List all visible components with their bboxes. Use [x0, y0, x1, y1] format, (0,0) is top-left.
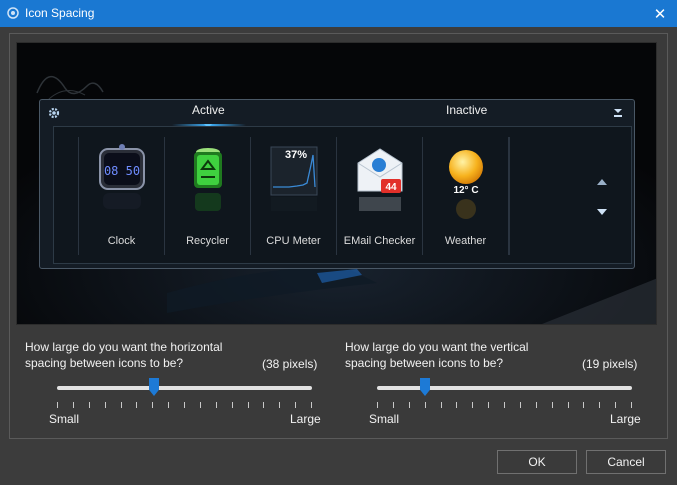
slider-tick — [263, 402, 264, 408]
slider-tick — [488, 402, 489, 408]
gadget-email-checker[interactable]: 44 EMail Checker — [336, 137, 422, 255]
scroll-up-icon[interactable] — [597, 179, 607, 185]
slider-tick — [425, 402, 426, 408]
slider-thumb[interactable] — [420, 378, 430, 396]
slider-thumb[interactable] — [149, 378, 159, 396]
window-title: Icon Spacing — [25, 6, 95, 20]
vertical-question-line1: How large do you want the vertical — [345, 340, 529, 354]
title-bar: Icon Spacing ✕ — [0, 0, 677, 27]
gadget-weather[interactable]: 12° C Weather — [422, 137, 508, 255]
slider-tick — [311, 402, 312, 408]
vertical-question: How large do you want the vertical spaci… — [345, 339, 528, 371]
slider-tick — [409, 402, 410, 408]
slider-tick — [200, 402, 201, 408]
scroll-down-icon[interactable] — [597, 209, 607, 215]
gadget-label-email-checker: EMail Checker — [343, 235, 416, 247]
clock-time: 08 50 — [104, 164, 140, 178]
slider-tick — [456, 402, 457, 408]
slider-tick — [184, 402, 185, 408]
vertical-value: (19 pixels) — [582, 357, 638, 371]
horizontal-question: How large do you want the horizontal spa… — [25, 339, 222, 371]
gadget-cpu-meter[interactable]: 37% CPU Meter — [250, 137, 336, 255]
horizontal-question-line1: How large do you want the horizontal — [25, 340, 223, 354]
dock-bar: Active Inactive 08 50 Clock Recycler 37%… — [39, 99, 635, 269]
slider-tick — [393, 402, 394, 408]
dock-preview: Active Inactive 08 50 Clock Recycler 37%… — [16, 42, 657, 325]
slider-ticks — [57, 402, 312, 408]
slider-tick — [168, 402, 169, 408]
horizontal-question-line2: spacing between icons to be? — [25, 356, 184, 370]
gadget-area: 08 50 Clock Recycler 37% CPU Meter 44 EM… — [53, 126, 632, 264]
weather-temp: 12° C — [453, 185, 478, 196]
app-icon — [7, 7, 19, 19]
slider-tick — [232, 402, 233, 408]
gadget-label-recycler: Recycler — [186, 235, 229, 247]
slider-tick — [536, 402, 537, 408]
vertical-max-label: Large — [610, 412, 641, 426]
slider-tick — [615, 402, 616, 408]
slider-tick — [568, 402, 569, 408]
slider-tick — [152, 402, 153, 408]
slider-tick — [552, 402, 553, 408]
collapse-icon[interactable] — [613, 108, 623, 118]
slider-tick — [279, 402, 280, 408]
slider-tick — [520, 402, 521, 408]
slider-tick — [472, 402, 473, 408]
horizontal-value: (38 pixels) — [262, 357, 318, 371]
slider-tick — [89, 402, 90, 408]
slider-tick — [295, 402, 296, 408]
vertical-question-line2: spacing between icons to be? — [345, 356, 504, 370]
dock-header: Active Inactive — [40, 100, 634, 128]
vertical-min-label: Small — [369, 412, 400, 426]
weather-sun-icon: 12° C — [449, 150, 483, 219]
cancel-button[interactable]: Cancel — [586, 450, 666, 474]
slider-tick — [248, 402, 249, 408]
gadget-label-weather: Weather — [444, 235, 487, 247]
email-count: 44 — [385, 182, 397, 193]
slider-tick — [377, 402, 378, 408]
ok-button[interactable]: OK — [497, 450, 577, 474]
slider-tick — [136, 402, 137, 408]
slider-tick — [583, 402, 584, 408]
gadget-label-cpu-meter: CPU Meter — [266, 235, 321, 247]
gadget-clock[interactable]: 08 50 Clock — [78, 137, 164, 255]
slider-tick — [631, 402, 632, 408]
slider-tick — [216, 402, 217, 408]
recycler-icon — [194, 148, 222, 211]
horizontal-max-label: Large — [290, 412, 321, 426]
tab-active[interactable]: Active — [192, 103, 225, 117]
slider-tick — [73, 402, 74, 408]
slider-tick — [441, 402, 442, 408]
cpu-meter-icon: 37% — [270, 146, 318, 211]
vertical-spacing-slider[interactable] — [377, 378, 632, 426]
horizontal-spacing-slider[interactable] — [57, 378, 312, 426]
gadget-recycler[interactable]: Recycler — [164, 137, 250, 255]
gadget-separator — [508, 137, 510, 255]
cpu-percent: 37% — [285, 149, 307, 161]
slider-tick — [57, 402, 58, 408]
tab-inactive[interactable]: Inactive — [446, 103, 487, 117]
clock-icon: 08 50 — [99, 144, 145, 209]
close-icon: ✕ — [653, 5, 667, 23]
slider-tick — [105, 402, 106, 408]
slider-tick — [121, 402, 122, 408]
close-button[interactable]: ✕ — [643, 0, 677, 27]
slider-tick — [504, 402, 505, 408]
slider-track[interactable] — [377, 386, 632, 390]
email-icon: 44 — [357, 148, 403, 211]
gadget-label-clock: Clock — [107, 235, 136, 247]
slider-track[interactable] — [57, 386, 312, 390]
horizontal-min-label: Small — [49, 412, 80, 426]
slider-ticks — [377, 402, 632, 408]
slider-tick — [599, 402, 600, 408]
gear-icon[interactable] — [48, 107, 60, 119]
